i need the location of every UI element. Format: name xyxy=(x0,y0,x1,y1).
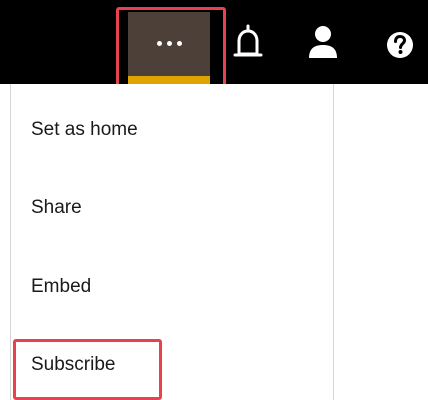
page: Set as home Share Embed Subscribe xyxy=(0,0,428,400)
top-toolbar xyxy=(0,0,428,84)
help-button[interactable] xyxy=(383,22,417,68)
notifications-button[interactable] xyxy=(231,22,265,68)
user-profile-button[interactable] xyxy=(306,22,340,68)
user-icon xyxy=(309,26,337,58)
menu-item-label: Share xyxy=(31,197,82,218)
menu-item-embed[interactable]: Embed xyxy=(11,267,333,307)
more-options-menu: Set as home Share Embed Subscribe xyxy=(10,84,334,400)
menu-item-subscribe[interactable]: Subscribe xyxy=(11,345,333,385)
menu-item-label: Subscribe xyxy=(31,354,116,375)
more-horizontal-icon xyxy=(128,41,210,46)
help-icon xyxy=(387,32,413,58)
menu-item-label: Set as home xyxy=(31,119,138,140)
menu-item-label: Embed xyxy=(31,276,92,297)
menu-item-share[interactable]: Share xyxy=(11,188,333,228)
menu-item-set-as-home[interactable]: Set as home xyxy=(11,110,333,150)
bell-icon xyxy=(233,24,263,57)
more-options-button[interactable] xyxy=(128,12,210,84)
active-indicator xyxy=(128,76,210,84)
